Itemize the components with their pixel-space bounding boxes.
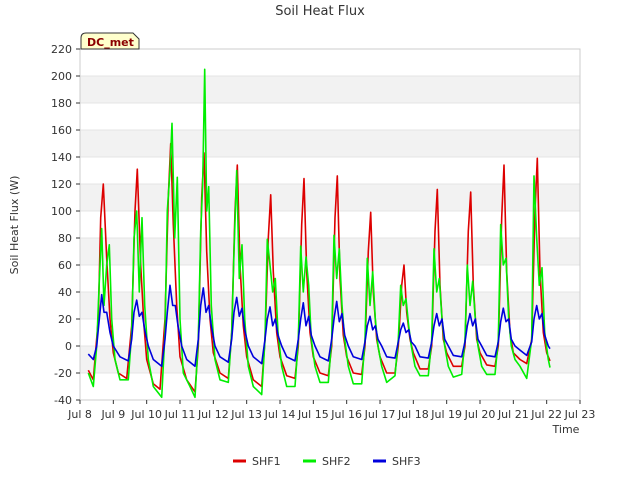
station-badge: DC_met [80, 32, 140, 50]
grid-band [80, 130, 580, 157]
x-tick-label: Jul 18 [397, 408, 429, 421]
y-tick-label: 100 [51, 205, 72, 218]
grid-band [80, 76, 580, 103]
x-tick-label: Jul 13 [230, 408, 262, 421]
soil-heat-flux-chart: Soil Heat Flux -40 -20 0 20 40 60 80 100 120 140 1… [8, 4, 595, 468]
x-tick-label: Jul 19 [430, 408, 462, 421]
x-tick-label: Jul 10 [130, 408, 162, 421]
legend: SHF1 SHF2 SHF3 [233, 455, 421, 468]
legend-label-shf2: SHF2 [322, 455, 351, 468]
x-tick-label: Jul 9 [100, 408, 125, 421]
x-tick-label: Jul 16 [330, 408, 362, 421]
x-tick-label: Jul 22 [530, 408, 562, 421]
grid-band [80, 49, 580, 76]
grid-band [80, 103, 580, 130]
y-tick-label: 20 [58, 313, 72, 326]
y-tick-label: 220 [51, 43, 72, 56]
y-tick-label: 140 [51, 151, 72, 164]
y-tick-label: -40 [54, 394, 72, 407]
station-badge-text: DC_met [87, 36, 134, 49]
x-tick-label: Jul 8 [67, 408, 92, 421]
x-tick-label: Jul 15 [297, 408, 329, 421]
legend-label-shf1: SHF1 [252, 455, 281, 468]
y-axis-ticks: -40 -20 0 20 40 60 80 100 120 140 160 180 200 220 [51, 43, 80, 407]
y-tick-label: -20 [54, 367, 72, 380]
y-axis-label: Soil Heat Flux (W) [8, 176, 21, 275]
y-tick-label: 160 [51, 124, 72, 137]
x-tick-label: Jul 17 [364, 408, 396, 421]
x-tick-label: Jul 21 [497, 408, 529, 421]
y-tick-label: 200 [51, 70, 72, 83]
y-tick-label: 80 [58, 232, 72, 245]
x-axis-ticks: Jul 8 Jul 9 Jul 10 Jul 11 Jul 12 Jul 13 Jul 14… [67, 400, 595, 421]
grid-band [80, 373, 580, 400]
x-tick-label: Jul 12 [197, 408, 229, 421]
y-tick-label: 120 [51, 178, 72, 191]
grid-band [80, 319, 580, 346]
x-tick-label: Jul 14 [264, 408, 296, 421]
x-tick-label: Jul 20 [464, 408, 496, 421]
y-tick-label: 40 [58, 286, 72, 299]
y-tick-label: 0 [65, 340, 72, 353]
chart-title: Soil Heat Flux [275, 4, 365, 19]
x-axis-label: Time [552, 423, 580, 436]
x-tick-label: Jul 11 [164, 408, 196, 421]
y-tick-label: 60 [58, 259, 72, 272]
grid-band [80, 265, 580, 292]
y-tick-label: 180 [51, 97, 72, 110]
x-tick-label: Jul 23 [564, 408, 596, 421]
legend-label-shf3: SHF3 [392, 455, 421, 468]
